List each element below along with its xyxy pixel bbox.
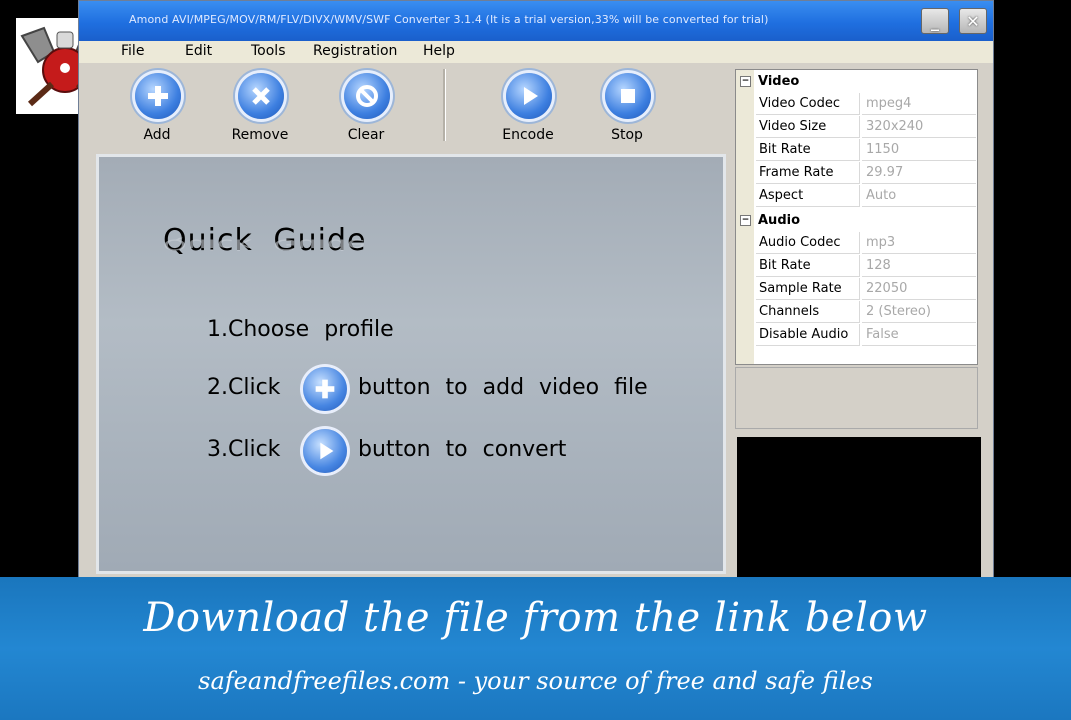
property-row[interactable]: Frame Rate 29.97 [736,162,977,185]
download-banner: Download the file from the link below sa… [0,577,1071,720]
property-value[interactable]: Auto [862,185,976,207]
remove-button[interactable]: Remove [215,69,305,153]
guide-step-2-prefix: 2.Click [207,375,281,400]
menu-file[interactable]: File [121,43,144,59]
minimize-icon: _ [931,11,939,31]
add-label: Add [143,127,171,143]
guide-step-1: 1.Choose profile [207,317,394,342]
property-value[interactable]: 1150 [862,139,976,161]
property-value[interactable]: mp3 [862,232,976,254]
converter-window: Amond AVI/MPEG/MOV/RM/FLV/DIVX/WMV/SWF C… [78,0,994,601]
property-name: Bit Rate [756,255,860,277]
property-value[interactable]: mpeg4 [862,93,976,115]
collapse-icon[interactable]: − [740,76,751,87]
add-icon [303,367,347,411]
property-value[interactable]: 320x240 [862,116,976,138]
menu-help[interactable]: Help [423,43,455,59]
property-name: Sample Rate [756,278,860,300]
category-video-label: Video [758,74,800,89]
play-icon [303,429,347,473]
property-value[interactable]: 22050 [862,278,976,300]
guide-step-3-prefix: 3.Click [207,437,281,462]
clear-button[interactable]: Clear [321,69,411,153]
clear-icon [344,73,390,119]
guide-step-3-suffix: button to convert [358,437,567,462]
property-name: Channels [756,301,860,323]
property-row[interactable]: Bit Rate 128 [736,255,977,278]
quick-guide-panel: Quick Guide Quick Guide 1.Choose profile… [96,154,726,574]
property-row[interactable]: Channels 2 (Stereo) [736,301,977,324]
property-row[interactable]: Video Size 320x240 [736,116,977,139]
close-icon: ✕ [966,11,980,31]
property-grid[interactable]: − Video Video Codec mpeg4 Video Size 320… [735,69,978,365]
remove-label: Remove [231,127,289,143]
property-row[interactable]: Aspect Auto [736,185,977,208]
encode-button[interactable]: Encode [483,69,573,153]
property-name: Frame Rate [756,162,860,184]
window-title: Amond AVI/MPEG/MOV/RM/FLV/DIVX/WMV/SWF C… [129,13,769,26]
description-panel [735,367,978,429]
property-value[interactable]: 128 [862,255,976,277]
property-value[interactable]: 2 (Stereo) [862,301,976,323]
stop-label: Stop [611,127,643,143]
property-name: Audio Codec [756,232,860,254]
property-row[interactable]: Video Codec mpeg4 [736,93,977,116]
title-bar[interactable]: Amond AVI/MPEG/MOV/RM/FLV/DIVX/WMV/SWF C… [79,1,993,41]
property-name: Bit Rate [756,139,860,161]
close-button[interactable]: ✕ [959,8,987,34]
property-value[interactable]: False [862,324,976,346]
guide-title-reflection: Quick Guide [163,235,367,254]
menu-bar: File Edit Tools Registration Help [79,41,993,63]
remove-icon [238,73,284,119]
category-audio[interactable]: − Audio [736,210,977,232]
stop-icon [605,73,651,119]
menu-tools[interactable]: Tools [251,43,286,59]
banner-headline: Download the file from the link below [143,595,928,641]
property-row[interactable]: Audio Codec mp3 [736,232,977,255]
property-value[interactable]: 29.97 [862,162,976,184]
category-video[interactable]: − Video [736,71,977,93]
encode-label: Encode [502,127,554,143]
property-row[interactable]: Bit Rate 1150 [736,139,977,162]
collapse-icon[interactable]: − [740,215,751,226]
property-name: Disable Audio [756,324,860,346]
property-name: Video Size [756,116,860,138]
menu-registration[interactable]: Registration [313,43,397,59]
category-audio-label: Audio [758,213,801,228]
property-name: Aspect [756,185,860,207]
clear-label: Clear [347,127,385,143]
minimize-button[interactable]: _ [921,8,949,34]
guide-step-2-suffix: button to add video file [358,375,648,400]
play-icon [506,73,552,119]
toolbar-separator [443,69,446,141]
add-button[interactable]: Add [112,69,202,153]
toolbar: Add Remove Clear Encode Stop [79,63,731,153]
banner-tagline: safeandfreefiles.com - your source of fr… [198,667,873,695]
add-icon [135,73,181,119]
menu-edit[interactable]: Edit [185,43,212,59]
property-row[interactable]: Sample Rate 22050 [736,278,977,301]
stop-button[interactable]: Stop [582,69,672,153]
property-row[interactable]: Disable Audio False [736,324,977,347]
property-name: Video Codec [756,93,860,115]
